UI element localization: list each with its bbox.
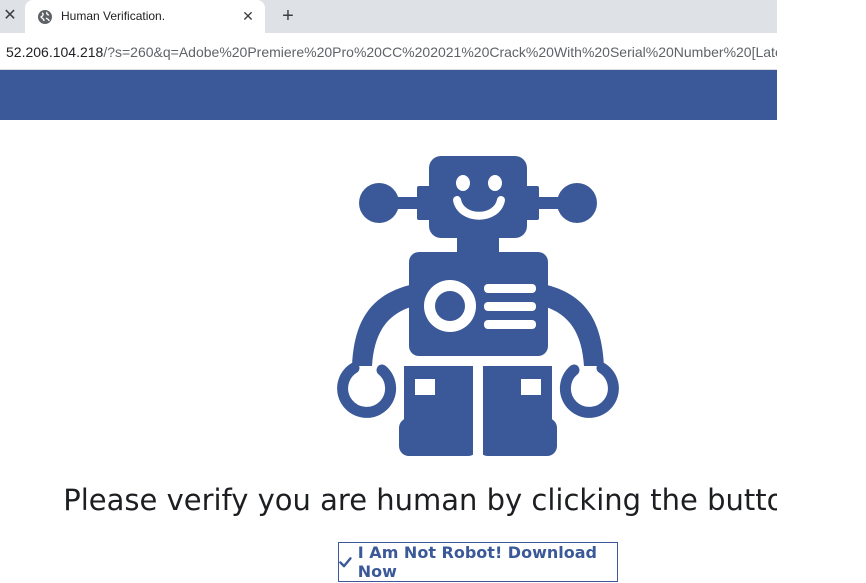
url-path: /?s=260&q=Adobe%20Premiere%20Pro%20CC%20…: [103, 44, 777, 60]
address-bar[interactable]: 52.206.104.218/?s=260&q=Adobe%20Premiere…: [0, 33, 777, 70]
check-icon: [339, 557, 352, 568]
plus-icon[interactable]: +: [276, 4, 300, 28]
robot-icon: [337, 156, 619, 456]
download-button-label: I Am Not Robot! Download Now: [357, 543, 597, 581]
tab-title: Human Verification.: [61, 9, 166, 23]
globe-icon: [38, 10, 52, 24]
url-host: 52.206.104.218: [6, 44, 104, 60]
close-icon[interactable]: ✕: [0, 6, 20, 26]
header-banner: [0, 70, 777, 120]
tab-strip: ✕ Human Verification. ✕ +: [0, 0, 777, 33]
close-icon[interactable]: ✕: [239, 7, 257, 25]
browser-window: ✕ Human Verification. ✕ + 52.206.104.218…: [0, 0, 777, 583]
tab-human-verification[interactable]: Human Verification. ✕: [25, 0, 265, 33]
url-text[interactable]: 52.206.104.218/?s=260&q=Adobe%20Premiere…: [6, 44, 777, 60]
download-button[interactable]: I Am Not Robot! Download Now: [338, 542, 618, 582]
page-heading: Please verify you are human by clicking …: [63, 483, 777, 517]
